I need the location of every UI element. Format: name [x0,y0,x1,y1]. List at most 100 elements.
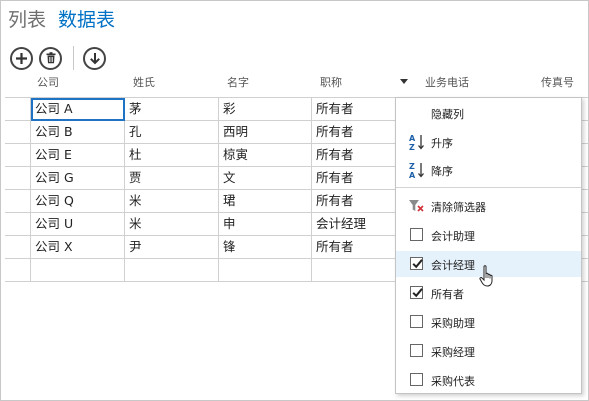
clear-filter-icon [409,200,424,212]
filter-option-purchasing-representative[interactable]: 采购代表 [396,367,581,393]
cell-given-name[interactable]: 申 [219,213,312,236]
cell-company[interactable]: 公司 A [31,98,125,121]
table-row[interactable]: 公司 X 尹 锋 所有者 [5,236,395,259]
cell-company[interactable]: 公司 X [31,236,125,259]
sort-descending-icon: Z A [409,162,424,179]
filter-option-purchasing-manager[interactable]: 采购经理 [396,338,581,364]
row-selector[interactable] [5,144,31,167]
cell-surname[interactable]: 米 [125,213,219,236]
cell-given-name[interactable]: 文 [219,167,312,190]
filter-option-owner[interactable]: 所有者 [396,280,581,306]
cell-surname[interactable]: 米 [125,190,219,213]
svg-text:A: A [409,171,416,179]
row-selector[interactable] [5,213,31,236]
column-header-fax[interactable]: 传真号 [541,74,574,90]
column-header-given-name[interactable]: 名字 [227,74,249,90]
svg-text:Z: Z [409,143,415,151]
cell-company[interactable]: 公司 Q [31,190,125,213]
cell-given-name[interactable] [219,259,312,282]
row-selector[interactable] [5,259,31,282]
filter-checkbox[interactable] [410,228,423,241]
cell-surname[interactable]: 茅 [125,98,219,121]
delete-button[interactable] [39,46,62,70]
toolbar [10,45,112,71]
filter-option-label: 采购助理 [431,317,475,330]
cell-job-title[interactable] [312,259,395,282]
cell-surname[interactable]: 贾 [125,167,219,190]
cell-company[interactable]: 公司 G [31,167,125,190]
view-tabs: 列表 数据表 [8,5,115,33]
trash-circle-icon [46,52,55,64]
row-selector[interactable] [5,167,31,190]
cell-company[interactable]: 公司 B [31,121,125,144]
filter-checkbox[interactable] [410,315,423,328]
filter-option-label: 采购代表 [431,375,475,388]
menu-item-label: 清除筛选器 [431,201,486,214]
cell-surname[interactable]: 尹 [125,236,219,259]
row-selector[interactable] [5,190,31,213]
column-header-business-phone[interactable]: 业务电话 [425,74,469,90]
download-button[interactable] [83,46,106,70]
filter-option-label: 所有者 [431,288,464,301]
svg-text:Z: Z [409,162,415,171]
cell-job-title[interactable]: 所有者 [312,167,395,190]
table-row[interactable]: 公司 E 杜 椋寅 所有者 [5,144,395,167]
cell-job-title[interactable]: 会计经理 [312,213,395,236]
menu-item-label: 隐藏列 [431,108,464,121]
cell-company[interactable]: 公司 E [31,144,125,167]
cell-company[interactable]: 公司 U [31,213,125,236]
row-selector[interactable] [5,121,31,144]
cell-company[interactable] [31,259,125,282]
down-arrow-circle-icon [89,52,100,64]
row-selector[interactable] [5,98,31,121]
tab-datasheet-view[interactable]: 数据表 [58,5,115,32]
menu-item-label: 降序 [431,165,453,178]
cell-surname[interactable]: 杜 [125,144,219,167]
column-header-job-title[interactable]: 职称 [320,74,342,90]
filter-checkbox[interactable] [410,373,423,386]
cell-surname[interactable] [125,259,219,282]
cell-given-name[interactable]: 锋 [219,236,312,259]
filter-checkbox[interactable] [410,257,423,270]
menu-item-sort-ascending[interactable]: A Z 升序 [396,129,581,155]
cell-given-name[interactable]: 珺 [219,190,312,213]
table-row[interactable]: 公司 Q 米 珺 所有者 [5,190,395,213]
table-row[interactable]: 公司 U 米 申 会计经理 [5,213,395,236]
tab-list-view[interactable]: 列表 [8,5,46,32]
column-header-company[interactable]: 公司 [37,74,59,90]
add-button[interactable] [10,46,33,70]
menu-item-clear-filter[interactable]: 清除筛选器 [396,193,581,219]
cell-given-name[interactable]: 椋寅 [219,144,312,167]
table-row[interactable]: 公司 B 孔 西明 所有者 [5,121,395,144]
filter-option-accounting-manager[interactable]: 会计经理 [396,251,581,277]
column-header-surname[interactable]: 姓氏 [133,74,155,90]
menu-item-hide-column[interactable]: 隐藏列 [396,100,581,126]
column-filter-dropdown-icon[interactable] [400,79,408,84]
cell-job-title[interactable]: 所有者 [312,190,395,213]
filter-checkbox[interactable] [410,344,423,357]
checkmark-icon [412,288,423,298]
cell-job-title[interactable]: 所有者 [312,121,395,144]
column-header-row: 公司 姓氏 名字 职称 业务电话 传真号 [0,70,589,92]
cell-given-name[interactable]: 彩 [219,98,312,121]
toolbar-separator [73,46,74,70]
table-row[interactable]: 公司 A 茅 彩 所有者 [5,98,395,121]
new-record-row[interactable] [5,259,395,282]
cell-given-name[interactable]: 西明 [219,121,312,144]
filter-checkbox[interactable] [410,286,423,299]
cell-surname[interactable]: 孔 [125,121,219,144]
cell-job-title[interactable]: 所有者 [312,144,395,167]
menu-item-label: 升序 [431,137,453,150]
filter-option-label: 会计助理 [431,230,475,243]
filter-option-accounting-assistant[interactable]: 会计助理 [396,222,581,248]
filter-option-purchasing-assistant[interactable]: 采购助理 [396,309,581,335]
filter-option-label: 采购经理 [431,346,475,359]
datasheet-grid: 公司 A 茅 彩 所有者 公司 B 孔 西明 所有者 公司 E 杜 椋寅 所有者… [5,97,395,282]
menu-item-sort-descending[interactable]: Z A 降序 [396,157,581,183]
cell-job-title[interactable]: 所有者 [312,236,395,259]
cell-job-title[interactable]: 所有者 [312,98,395,121]
checkmark-icon [412,259,423,269]
filter-option-label: 会计经理 [431,259,475,272]
row-selector[interactable] [5,236,31,259]
table-row[interactable]: 公司 G 贾 文 所有者 [5,167,395,190]
